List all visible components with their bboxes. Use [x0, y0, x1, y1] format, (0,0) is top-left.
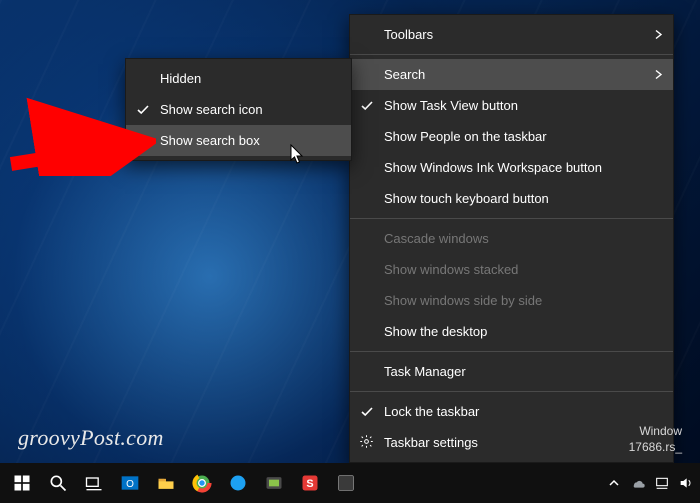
taskbar-app-generic-2[interactable] [258, 467, 290, 499]
menu-label: Show Task View button [384, 98, 518, 113]
site-watermark: groovyPost.com [18, 425, 164, 451]
menu-taskbar-settings[interactable]: Taskbar settings [350, 427, 673, 458]
tray-volume-icon[interactable] [678, 475, 694, 491]
chevron-right-icon [655, 27, 663, 42]
menu-ink[interactable]: Show Windows Ink Workspace button [350, 152, 673, 183]
menu-side-by-side: Show windows side by side [350, 285, 673, 316]
taskbar[interactable]: O S [0, 463, 700, 503]
taskbar-app-generic-3[interactable] [330, 467, 362, 499]
taskbar-app-snagit[interactable]: S [294, 467, 326, 499]
taskbar-app-explorer[interactable] [150, 467, 182, 499]
taskbar-app-outlook[interactable]: O [114, 467, 146, 499]
taskbar-context-menu: Toolbars Search Show Task View button Sh… [349, 14, 674, 463]
menu-label: Toolbars [384, 27, 433, 42]
svg-text:S: S [306, 478, 313, 490]
menu-label: Show touch keyboard button [384, 191, 549, 206]
menu-label: Show search icon [160, 102, 263, 117]
check-icon [360, 405, 374, 419]
chevron-right-icon [655, 67, 663, 82]
system-tray [606, 475, 694, 491]
menu-search[interactable]: Search [350, 59, 673, 90]
search-option-icon[interactable]: Show search icon [126, 94, 351, 125]
tray-onedrive-icon[interactable] [630, 475, 646, 491]
menu-label: Taskbar settings [384, 435, 478, 450]
menu-label: Task Manager [384, 364, 466, 379]
menu-task-manager[interactable]: Task Manager [350, 356, 673, 387]
menu-task-view[interactable]: Show Task View button [350, 90, 673, 121]
menu-label: Show People on the taskbar [384, 129, 547, 144]
menu-toolbars[interactable]: Toolbars [350, 19, 673, 50]
check-icon [136, 103, 150, 117]
menu-label: Cascade windows [384, 231, 489, 246]
start-button[interactable] [6, 467, 38, 499]
tray-network-icon[interactable] [654, 475, 670, 491]
menu-separator [350, 351, 673, 352]
menu-stacked: Show windows stacked [350, 254, 673, 285]
menu-label: Search [384, 67, 425, 82]
search-icon[interactable] [42, 467, 74, 499]
menu-label: Lock the taskbar [384, 404, 479, 419]
taskbar-app-chrome[interactable] [186, 467, 218, 499]
build-line: 17686.rs_ [629, 439, 682, 455]
menu-label: Hidden [160, 71, 201, 86]
menu-touch-keyboard[interactable]: Show touch keyboard button [350, 183, 673, 214]
menu-label: Show windows side by side [384, 293, 542, 308]
taskbar-left: O S [6, 467, 362, 499]
menu-show-desktop[interactable]: Show the desktop [350, 316, 673, 347]
menu-separator [350, 391, 673, 392]
menu-label: Show windows stacked [384, 262, 518, 277]
search-submenu: Hidden Show search icon Show search box [125, 58, 352, 161]
svg-text:O: O [126, 479, 134, 490]
build-line: Window [629, 423, 682, 439]
menu-label: Show Windows Ink Workspace button [384, 160, 602, 175]
gear-icon [359, 434, 374, 452]
tray-chevron-up-icon[interactable] [606, 475, 622, 491]
task-view-icon[interactable] [78, 467, 110, 499]
windows-build-watermark: Window 17686.rs_ [629, 423, 682, 455]
taskbar-app-generic-1[interactable] [222, 467, 254, 499]
check-icon [360, 99, 374, 113]
menu-label: Show the desktop [384, 324, 487, 339]
menu-lock-taskbar[interactable]: Lock the taskbar [350, 396, 673, 427]
menu-label: Show search box [160, 133, 260, 148]
menu-cascade: Cascade windows [350, 223, 673, 254]
search-option-box[interactable]: Show search box [126, 125, 351, 156]
menu-people[interactable]: Show People on the taskbar [350, 121, 673, 152]
menu-separator [350, 54, 673, 55]
search-option-hidden[interactable]: Hidden [126, 63, 351, 94]
menu-separator [350, 218, 673, 219]
